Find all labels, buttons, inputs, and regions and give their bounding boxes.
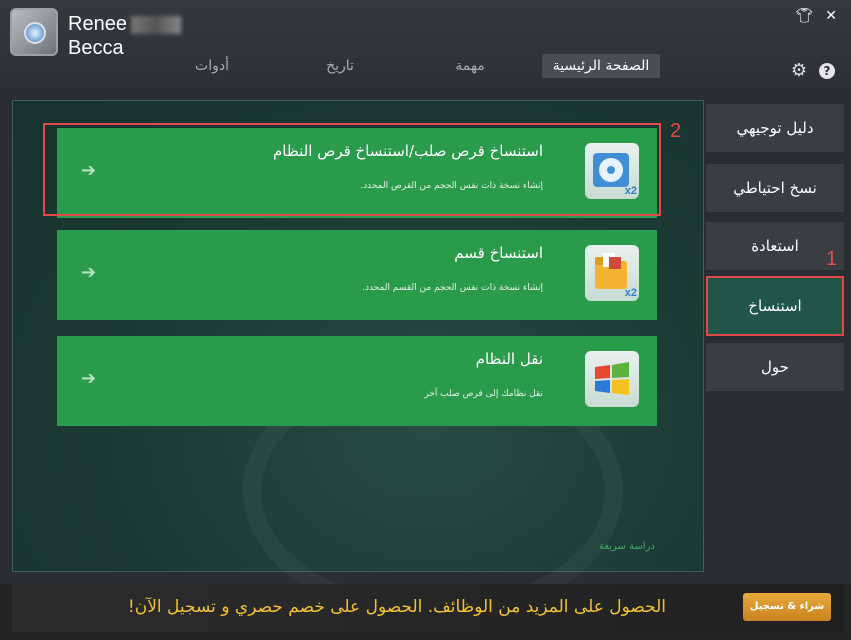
x2-badge: x2 <box>624 287 637 299</box>
windows-logo-icon <box>585 351 639 407</box>
sidebar-item-restore[interactable]: استعادة <box>706 222 844 270</box>
folder-clone-icon: x2 <box>585 245 639 301</box>
footer: الحصول على المزيد من الوظائف. الحصول على… <box>0 584 851 640</box>
annotation-number-2: 2 <box>670 120 682 142</box>
close-icon[interactable]: ✕ <box>825 8 837 24</box>
sidebar-item-backup[interactable]: نسخ احتياطي <box>706 164 844 212</box>
promo-banner: الحصول على المزيد من الوظائف. الحصول على… <box>12 584 844 632</box>
sidebar-item-guide[interactable]: دليل توجيهي <box>706 104 844 152</box>
help-icon[interactable]: ? <box>819 62 835 79</box>
arrow-right-icon: ➔ <box>81 368 97 389</box>
tab-task[interactable]: مهمة <box>440 54 500 78</box>
shirt-icon[interactable]: 👕︎ <box>795 8 813 24</box>
app-title: Renee Becca <box>68 12 181 60</box>
app-logo-icon <box>10 8 58 56</box>
buy-register-button[interactable]: شراء & تسجيل <box>743 593 831 621</box>
sidebar-item-clone[interactable]: استنساخ <box>706 276 844 336</box>
card-description: نقل نظامك إلى قرص صلب آخر <box>424 389 543 399</box>
tab-home[interactable]: الصفحة الرئيسية <box>542 54 660 78</box>
blurred-text <box>130 15 181 34</box>
gear-icon[interactable]: ⚙ <box>791 60 807 81</box>
window-controls: 👕︎ ✕ <box>795 8 837 24</box>
main-tabs: الصفحة الرئيسية مهمة تاريخ أدوات <box>150 54 690 84</box>
tab-history[interactable]: تاريخ <box>310 54 370 78</box>
quick-study-link[interactable]: دراسة سريعة <box>599 541 655 552</box>
card-title: استنساخ قسم <box>454 244 543 262</box>
title-bar: Renee Becca 👕︎ ✕ الصفحة الرئيسية مهمة تا… <box>0 0 851 88</box>
highlight-box-2 <box>43 123 661 216</box>
annotation-number-1: 1 <box>826 248 838 270</box>
card-title: نقل النظام <box>475 350 543 368</box>
card-system-migration[interactable]: ➔ نقل النظام نقل نظامك إلى قرص صلب آخر <box>57 336 657 426</box>
sidebar-item-about[interactable]: حول <box>706 343 844 391</box>
promo-text[interactable]: الحصول على المزيد من الوظائف. الحصول على… <box>128 597 666 617</box>
arrow-right-icon: ➔ <box>81 262 97 283</box>
header-icons: ⚙ ? <box>791 60 835 81</box>
tab-tools[interactable]: أدوات <box>182 54 242 78</box>
card-description: إنشاء نسخة ذات نفس الحجم من القسم المحدد… <box>362 283 543 293</box>
card-partition-clone[interactable]: ➔ استنساخ قسم إنشاء نسخة ذات نفس الحجم م… <box>57 230 657 320</box>
